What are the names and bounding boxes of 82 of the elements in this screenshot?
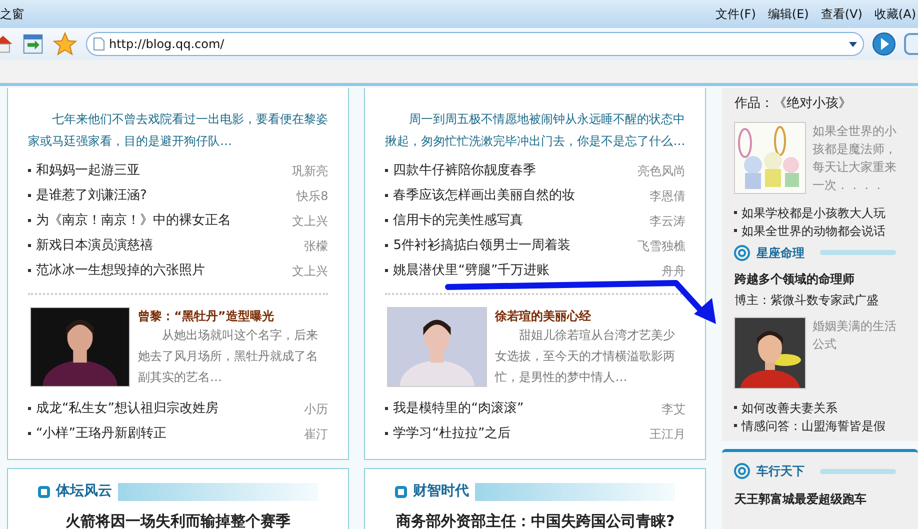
author-name[interactable]: 快乐8 — [296, 186, 328, 204]
author-name[interactable]: 崔汀 — [304, 424, 328, 442]
bullet-icon — [734, 229, 738, 232]
article-link[interactable]: 春季应该怎样画出美丽自然的妆 — [393, 186, 576, 206]
author-name[interactable]: 文上兴 — [292, 212, 328, 230]
menu-item[interactable]: 查看(V) — [820, 5, 862, 23]
author-name[interactable]: 飞雪独樵 — [637, 236, 686, 254]
headline[interactable]: 天王郭富城最爱超级跑车 — [734, 490, 906, 508]
bullet-icon — [734, 211, 738, 214]
section-title[interactable]: 财智时代 — [413, 481, 470, 502]
window-title: 之窗 — [0, 6, 24, 23]
bullet-icon — [734, 406, 738, 409]
feature-title[interactable]: 徐若瑄的美丽心经 — [495, 307, 686, 325]
menu-item[interactable]: 编辑(E) — [768, 5, 809, 23]
author-name[interactable]: 小历 — [304, 400, 328, 418]
article-link[interactable]: 如果全世界的动物都会说话 — [741, 222, 886, 240]
article-link[interactable]: 范冰冰一生想毁掉的六张照片 — [36, 260, 205, 280]
target-icon — [734, 463, 750, 479]
bullet-icon — [28, 244, 31, 247]
article-link[interactable]: 我是模特里的“肉滚滚” — [393, 398, 524, 418]
headline[interactable]: 商务部外资部主任：中国失跨国公司青睐? — [385, 510, 686, 529]
section-title[interactable]: 车行天下 — [756, 462, 804, 480]
page-icon — [93, 37, 105, 51]
author-name[interactable]: 李恩倩 — [649, 186, 686, 204]
target-icon — [734, 244, 750, 260]
article-link[interactable]: 和妈妈一起游三亚 — [36, 160, 140, 180]
section-title[interactable]: 星座命理 — [756, 244, 804, 262]
bullet-icon — [385, 169, 388, 172]
summary-text: 周一到周五极不情愿地被闹钟从永远睡不醒的状态中揪起，匆匆忙忙洗漱完毕冲出门去，你是不是忘了什么… — [385, 111, 686, 150]
author-name[interactable]: 文上兴 — [292, 262, 328, 280]
author-name[interactable]: 李艾 — [661, 400, 686, 418]
feature-summary: 甜姐儿徐若瑄从台湾才艺美少女选拔，至今天的才情横溢歌影两忙，是男性的梦中情人… — [495, 327, 676, 386]
bullet-icon — [28, 169, 31, 172]
square-icon — [38, 486, 50, 498]
article-link[interactable]: 情感问答：山盟海誓皆是假 — [741, 416, 886, 434]
feature-title[interactable]: 曾黎：“黑牡丹”造型曝光 — [138, 307, 328, 325]
work-title: 作品：《绝对小孩》 — [734, 95, 852, 113]
bullet-icon — [734, 424, 738, 427]
article-link[interactable]: 新戏日本演员演慈禧 — [36, 236, 153, 256]
summary-text: 七年来他们不曾去戏院看过一出电影，要看便在黎姿家或马廷强家看，目的是避开狗仔队… — [28, 111, 328, 150]
article-link[interactable]: 学学习“杜拉拉”之后 — [393, 424, 511, 444]
headline[interactable]: 跨越多个领域的命理师 — [734, 270, 906, 288]
article-link[interactable]: 姚晨潜伏里“劈腿”千万进账 — [393, 260, 550, 280]
bullet-icon — [385, 219, 388, 222]
article-link[interactable]: 成龙“私生女”想认祖归宗改姓房 — [36, 398, 218, 418]
bullet-icon — [385, 269, 388, 272]
bullet-icon — [28, 407, 31, 410]
author-name[interactable]: 亮色风尚 — [637, 162, 686, 180]
bullet-icon — [28, 269, 31, 272]
address-field[interactable]: http://blog.qq.com/ — [86, 32, 864, 56]
article-link[interactable]: 如何改善夫妻关系 — [741, 398, 838, 416]
author-name[interactable]: 巩新亮 — [292, 162, 328, 180]
bullet-icon — [385, 407, 388, 410]
star-icon[interactable] — [52, 31, 78, 57]
tool-icon[interactable] — [904, 33, 918, 55]
author-name[interactable]: 舟舟 — [661, 262, 686, 280]
feature-summary: 从她出场就叫这个名字，后来她去了风月场所，黑牡丹就成了名副其实的艺名… — [138, 327, 319, 386]
author-name[interactable]: 王江月 — [649, 424, 686, 442]
bullet-icon — [28, 432, 31, 435]
refresh-icon[interactable] — [22, 33, 44, 55]
bullet-icon — [28, 194, 31, 197]
author-name[interactable]: 李云涛 — [649, 212, 686, 230]
article-link[interactable]: 四款牛仔裤陪你靓度春季 — [393, 160, 536, 180]
blogger-name: 博主：紫微斗数专家武广盛 — [734, 292, 880, 308]
bullet-icon — [385, 194, 388, 197]
bullet-icon — [385, 244, 388, 247]
menu-item[interactable]: 文件(F) — [716, 5, 756, 23]
article-link[interactable]: 为《南京！南京！》中的裸女正名 — [36, 210, 231, 230]
menu-item[interactable]: 收藏(A) — [874, 5, 916, 23]
author-name[interactable]: 张檬 — [304, 236, 328, 254]
article-link[interactable]: “小样”王珞丹新剧转正 — [36, 424, 166, 444]
article-link[interactable]: 是谁惹了刘谦汪涵? — [36, 186, 147, 206]
bullet-icon — [28, 219, 31, 222]
article-link[interactable]: 信用卡的完美性感写真 — [393, 210, 524, 230]
article-link[interactable]: 如果学校都是小孩教大人玩 — [741, 204, 886, 222]
bullet-icon — [385, 432, 388, 435]
go-icon[interactable] — [872, 32, 896, 56]
section-title[interactable]: 体坛风云 — [56, 481, 112, 502]
article-link[interactable]: 5件衬衫搞掂白领男士一周着装 — [393, 236, 570, 256]
dropdown-icon[interactable] — [849, 42, 857, 46]
headline[interactable]: 火箭将因一场失利而输掉整个赛季 — [28, 510, 328, 529]
square-icon — [395, 486, 408, 498]
